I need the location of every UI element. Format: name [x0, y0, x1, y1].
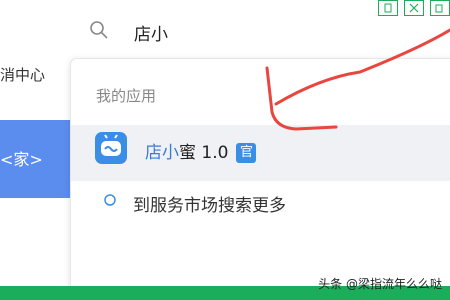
app-result-row[interactable]: 店小蜜 1.0 官	[71, 125, 450, 181]
window-controls	[378, 0, 450, 16]
market-search-label: 到服务市场搜索更多	[133, 196, 286, 215]
market-search-row[interactable]: 到服务市场搜索更多	[71, 185, 450, 215]
left-panel-label: 消中心	[0, 66, 46, 84]
app-icon	[95, 132, 127, 164]
expand-icon[interactable]	[404, 0, 424, 16]
market-search-icon	[104, 194, 116, 206]
pin-icon[interactable]	[378, 0, 398, 16]
watermark: 头条 @梁指流年么么哒	[318, 277, 442, 291]
section-label: 我的应用	[96, 87, 157, 105]
official-badge: 官	[236, 143, 257, 163]
search-icon	[90, 21, 108, 39]
search-input[interactable]: 店小	[134, 20, 168, 45]
copy-icon[interactable]	[430, 0, 450, 16]
left-panel-blue-label: <家>	[0, 150, 43, 169]
app-name: 店小蜜 1.0 官	[145, 138, 257, 163]
search-bar[interactable]: 店小	[72, 0, 450, 62]
search-dropdown: 我的应用 店小蜜 1.0 官 到服务市场搜索更多	[70, 58, 450, 300]
